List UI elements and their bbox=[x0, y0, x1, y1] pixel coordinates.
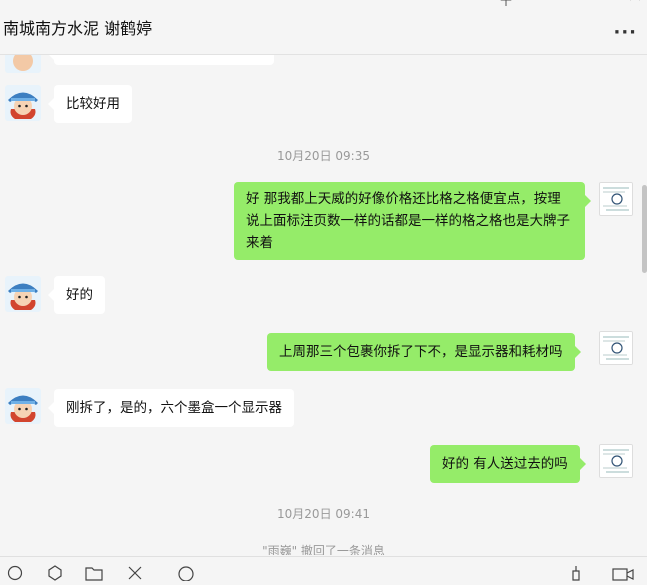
chat-area[interactable]: 比较好用 10月20日 09:35 好 那我都上天威的好像价格还比格之格便宜点，… bbox=[0, 55, 647, 555]
contact-avatar[interactable] bbox=[5, 85, 41, 121]
message-timestamp: 10月20日 09:35 bbox=[277, 149, 370, 163]
message-bubble[interactable]: 好的 有人送过去的吗 bbox=[430, 445, 586, 483]
message-bubble-partial bbox=[48, 55, 274, 65]
maximize-icon[interactable] bbox=[585, 0, 599, 6]
message-bubble[interactable]: 好 那我都上天威的好像价格还比格之格便宜点，按理说上面标注页数一样的话都是一样的… bbox=[234, 182, 591, 260]
recall-notice: "雨巍" 撤回了一条消息 bbox=[262, 544, 385, 555]
contact-avatar[interactable] bbox=[5, 276, 41, 312]
message-bubble[interactable]: 好的 bbox=[48, 276, 105, 314]
message-bubble[interactable]: 上周那三个包裹你拆了下不，是显示器和耗材吗 bbox=[267, 333, 580, 371]
contact-avatar[interactable] bbox=[5, 55, 41, 73]
voice-call-icon[interactable] bbox=[566, 565, 586, 581]
folder-icon[interactable] bbox=[84, 565, 104, 581]
video-call-icon[interactable] bbox=[612, 565, 634, 581]
close-icon[interactable] bbox=[628, 0, 642, 6]
message-bubble[interactable]: 刚拆了，是的，六个墨盒一个显示器 bbox=[48, 389, 294, 427]
emoji-icon[interactable] bbox=[5, 565, 25, 581]
favorites-icon[interactable] bbox=[45, 565, 65, 581]
input-toolbar bbox=[0, 556, 647, 582]
chat-history-icon[interactable] bbox=[176, 565, 196, 582]
self-avatar[interactable] bbox=[599, 444, 633, 478]
pin-icon[interactable] bbox=[499, 0, 513, 6]
message-bubble[interactable]: 比较好用 bbox=[48, 85, 132, 123]
minimize-icon[interactable] bbox=[543, 0, 557, 6]
scissors-icon[interactable] bbox=[125, 565, 145, 581]
chat-title: 南城南方水泥 谢鹤婷 bbox=[3, 19, 153, 38]
title-bar: 南城南方水泥 谢鹤婷 ··· bbox=[0, 0, 647, 55]
self-avatar[interactable] bbox=[599, 182, 633, 216]
chat-scrollbar[interactable] bbox=[642, 185, 647, 273]
contact-avatar[interactable] bbox=[5, 388, 41, 424]
self-avatar[interactable] bbox=[599, 331, 633, 365]
message-timestamp: 10月20日 09:41 bbox=[277, 507, 370, 521]
more-options-button[interactable]: ··· bbox=[613, 24, 637, 42]
